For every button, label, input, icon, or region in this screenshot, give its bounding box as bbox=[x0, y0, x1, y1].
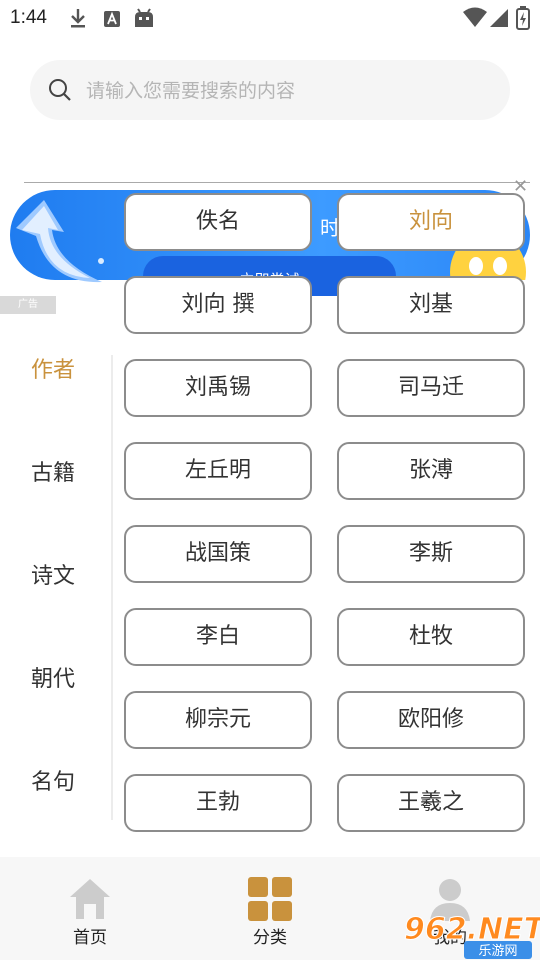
download-icon bbox=[71, 9, 85, 28]
author-tag[interactable]: 刘基 bbox=[337, 276, 525, 334]
author-tag[interactable]: 战国策 bbox=[124, 525, 312, 583]
author-tag[interactable]: 欧阳修 bbox=[337, 691, 525, 749]
nav-category-label: 分类 bbox=[253, 928, 287, 948]
ad-dot bbox=[98, 258, 104, 264]
category-item[interactable]: 作者 bbox=[31, 352, 75, 384]
search-icon bbox=[49, 79, 71, 101]
author-tag[interactable]: 佚名 bbox=[124, 193, 312, 251]
category-sidebar: 作者古籍诗文朝代名句 bbox=[0, 340, 112, 820]
android-debug-icon bbox=[135, 8, 153, 27]
status-bar: 1:44 bbox=[0, 0, 540, 36]
author-tag[interactable]: 刘向 bbox=[337, 193, 525, 251]
nav-category[interactable]: 分类 bbox=[210, 857, 330, 960]
category-item[interactable]: 朝代 bbox=[31, 661, 75, 693]
author-tag[interactable]: 司马迁 bbox=[337, 359, 525, 417]
battery-icon bbox=[516, 6, 530, 30]
author-tag[interactable]: 李斯 bbox=[337, 525, 525, 583]
search-input[interactable] bbox=[84, 60, 488, 122]
author-tag[interactable]: 柳宗元 bbox=[124, 691, 312, 749]
category-item[interactable]: 诗文 bbox=[31, 558, 75, 590]
author-tag[interactable]: 李白 bbox=[124, 608, 312, 666]
category-item[interactable]: 古籍 bbox=[31, 455, 75, 487]
watermark-logo: 962.NET 乐游网 bbox=[404, 912, 540, 959]
category-item[interactable]: 名句 bbox=[31, 764, 75, 796]
status-time: 1:44 bbox=[10, 7, 47, 28]
nav-home-label: 首页 bbox=[73, 928, 107, 948]
watermark-subtext: 乐游网 bbox=[478, 944, 517, 959]
author-tag[interactable]: 张溥 bbox=[337, 442, 525, 500]
author-tag[interactable]: 王羲之 bbox=[337, 774, 525, 832]
home-icon bbox=[70, 879, 110, 919]
ad-divider bbox=[24, 182, 530, 183]
nav-home[interactable]: 首页 bbox=[30, 857, 150, 960]
author-tag[interactable]: 杜牧 bbox=[337, 608, 525, 666]
wifi-icon bbox=[463, 7, 487, 27]
arrow-graphic-icon bbox=[16, 200, 102, 283]
author-tag[interactable]: 刘向 撰 bbox=[124, 276, 312, 334]
author-tag[interactable]: 左丘明 bbox=[124, 442, 312, 500]
author-tag[interactable]: 王勃 bbox=[124, 774, 312, 832]
font-app-icon bbox=[104, 11, 120, 27]
ad-label: 广告 bbox=[0, 296, 56, 314]
cell-signal-icon bbox=[490, 9, 508, 27]
category-grid-icon bbox=[248, 877, 292, 921]
author-tag[interactable]: 刘禹锡 bbox=[124, 359, 312, 417]
search-bar[interactable] bbox=[30, 60, 510, 122]
